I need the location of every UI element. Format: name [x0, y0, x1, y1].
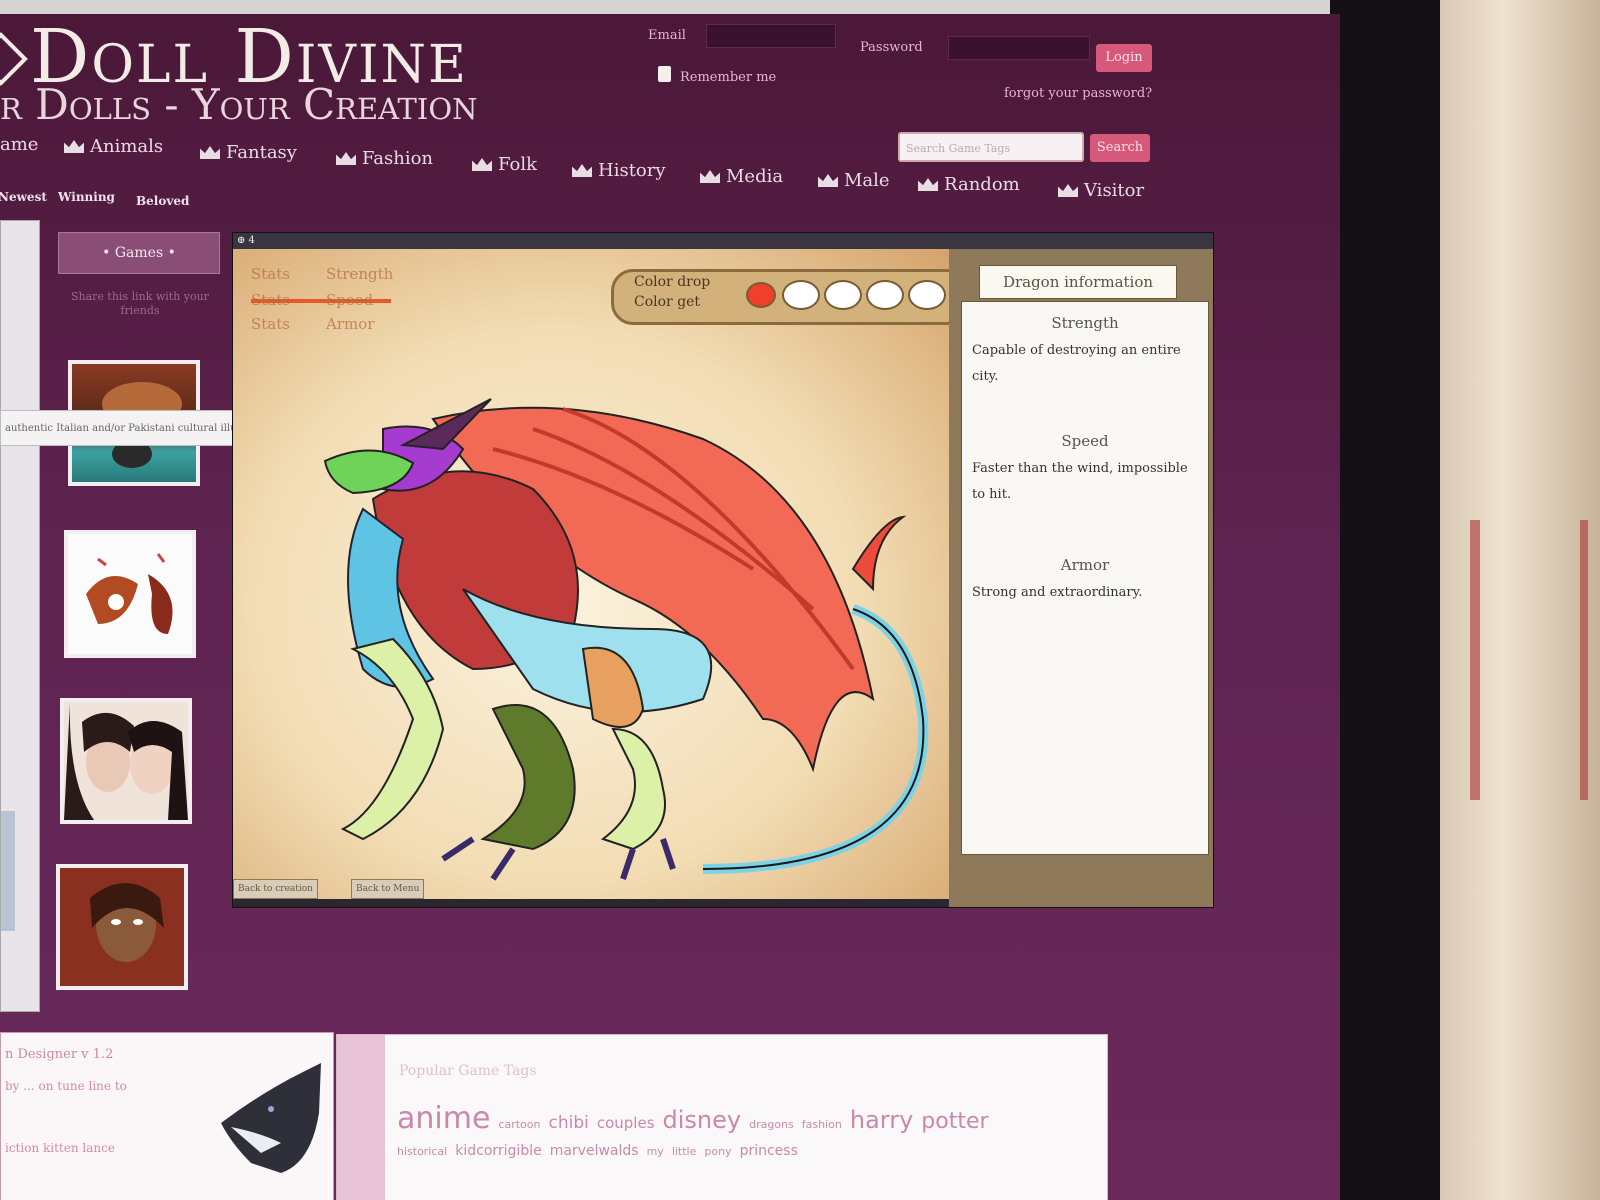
wolf-thumbnail-image [221, 1063, 321, 1173]
nav-label: Folk [498, 154, 538, 175]
tag-link[interactable]: historical [397, 1145, 447, 1158]
tags-row: anime cartoon chibi couples disney dragons fas… [397, 1101, 989, 1136]
nav-label: Fashion [362, 148, 434, 169]
nav-item-fantasy[interactable]: Fantasy [200, 142, 297, 163]
nav-item-history[interactable]: History [572, 160, 666, 181]
subnav-beloved[interactable]: Beloved [136, 194, 189, 208]
crown-icon [472, 158, 492, 171]
tag-link[interactable]: my [647, 1145, 664, 1158]
nav-label: Fantasy [226, 142, 297, 163]
games-sidebar: • Games • Share this link with your frie… [50, 220, 220, 1020]
site-tagline: r Dolls - Your Creation [0, 80, 478, 129]
left-ad-panel [0, 220, 40, 1012]
tag-link[interactable]: chibi [548, 1113, 588, 1133]
forgot-password-link[interactable]: forgot your password? [1004, 86, 1152, 101]
featured-game-tags: iction kitten lance [5, 1141, 115, 1155]
tags-title: Popular Game Tags [399, 1063, 537, 1079]
nav-item-game[interactable]: ame [0, 134, 38, 155]
games-button[interactable]: • Games • [58, 232, 220, 274]
panel-bar [1, 811, 15, 931]
game-toolbar: ⊕ 4 [233, 233, 1213, 249]
remember-me-label: Remember me [680, 70, 777, 85]
nav-label: Male [844, 170, 890, 191]
email-label: Email [648, 28, 686, 43]
game-thumbnail-3[interactable] [60, 698, 192, 824]
email-field[interactable] [706, 24, 836, 48]
tag-link[interactable]: anime [397, 1101, 490, 1136]
tag-link[interactable]: kidcorrigible [455, 1143, 541, 1159]
crown-icon [336, 152, 356, 165]
tags-row: historical kidcorrigible marvelwalds my litt… [397, 1143, 798, 1159]
crown-icon [572, 164, 592, 177]
crown-icon [1058, 184, 1078, 197]
tag-link[interactable]: marvelwalds [550, 1143, 639, 1159]
tag-link[interactable]: fashion [802, 1118, 842, 1131]
info-text-strength: Capable of destroying an entire city. [972, 343, 1181, 384]
nav-item-fashion[interactable]: Fashion [336, 148, 433, 169]
info-heading-armor: Armor [1060, 556, 1110, 574]
dragon-artwork[interactable] [233, 249, 949, 899]
info-heading-speed: Speed [1061, 432, 1109, 450]
tag-link[interactable]: cartoon [498, 1118, 540, 1131]
back-to-creation-button[interactable]: Back to creation [233, 879, 318, 899]
info-text-armor: Strong and extraordinary. [972, 585, 1143, 600]
subnav-winning[interactable]: Winning [58, 190, 115, 204]
back-to-menu-button[interactable]: Back to Menu [351, 879, 425, 899]
info-text-speed: Faster than the wind, impossible to hit. [972, 461, 1188, 502]
password-label: Password [860, 40, 923, 55]
sidebar-intro-text: Share this link with your friends [70, 290, 209, 317]
nav-item-male[interactable]: Male [818, 170, 890, 191]
girl-thumbnail-image [60, 868, 184, 986]
crown-icon [918, 178, 938, 191]
tag-link[interactable]: dragons [749, 1118, 794, 1131]
game-embed[interactable]: ⊕ 4 Stats Strength Stats Speed Stats Armor … [232, 232, 1214, 908]
monitor-bezel [1330, 0, 1440, 1200]
featured-game-title[interactable]: n Designer v 1.2 [5, 1047, 113, 1062]
nav-label: Visitor [1084, 180, 1145, 201]
tab-dragon-information[interactable]: Dragon information [979, 265, 1177, 299]
subnav-newest[interactable]: Newest [0, 190, 47, 204]
password-field[interactable] [948, 36, 1090, 60]
crown-icon [818, 174, 838, 187]
tag-link[interactable]: disney [663, 1106, 742, 1134]
nav-label: Animals [90, 136, 164, 157]
featured-game-credit: by ... on tune line to [5, 1079, 127, 1093]
nav-label: Random [944, 174, 1020, 195]
tag-link[interactable]: couples [597, 1114, 655, 1132]
animal-thumbnail-image [86, 553, 173, 634]
game-thumbnail-4[interactable] [56, 864, 188, 990]
tag-link[interactable]: potter [921, 1109, 988, 1134]
tag-link[interactable]: little [672, 1145, 697, 1158]
monitor-top-edge [0, 0, 1360, 14]
nav-item-media[interactable]: Media [700, 166, 783, 187]
tag-link[interactable]: harry [850, 1106, 913, 1134]
crown-icon [200, 146, 220, 159]
dragon-info-body: Strength Capable of destroying an entire… [961, 301, 1209, 855]
crown-icon [64, 140, 84, 153]
crown-icon [700, 170, 720, 183]
nav-item-animals[interactable]: Animals [64, 136, 163, 157]
nav-label: Media [726, 166, 784, 187]
remember-me-checkbox[interactable] [658, 66, 671, 82]
dragon-info-panel: Dragon information Strength Capable of d… [949, 249, 1213, 907]
logo-diamond-icon [0, 32, 28, 86]
featured-game-card[interactable]: n Designer v 1.2 by ... on tune line to … [0, 1032, 334, 1200]
wall-marking [1470, 520, 1588, 800]
tags-accent-strip [337, 1035, 385, 1200]
game-thumbnail-2[interactable] [64, 530, 196, 658]
nav-item-visitor[interactable]: Visitor [1058, 180, 1144, 201]
login-button[interactable]: Login [1096, 44, 1152, 72]
popular-tags-box: Popular Game Tags anime cartoon chibi coupl… [336, 1034, 1108, 1200]
nav-label: ame [0, 134, 39, 155]
game-canvas[interactable]: Stats Strength Stats Speed Stats Armor Colo… [233, 249, 969, 899]
tag-link[interactable]: pony [704, 1145, 731, 1158]
background-wall [1440, 0, 1600, 1200]
nav-item-folk[interactable]: Folk [472, 154, 537, 175]
info-heading-strength: Strength [1051, 314, 1119, 332]
couple-thumbnail-image [64, 702, 188, 820]
browser-viewport: Doll Divine r Dolls - Your Creation Emai… [0, 14, 1340, 1200]
tag-link[interactable]: princess [740, 1143, 798, 1159]
nav-label: History [598, 160, 666, 181]
nav-item-random[interactable]: Random [918, 174, 1020, 195]
